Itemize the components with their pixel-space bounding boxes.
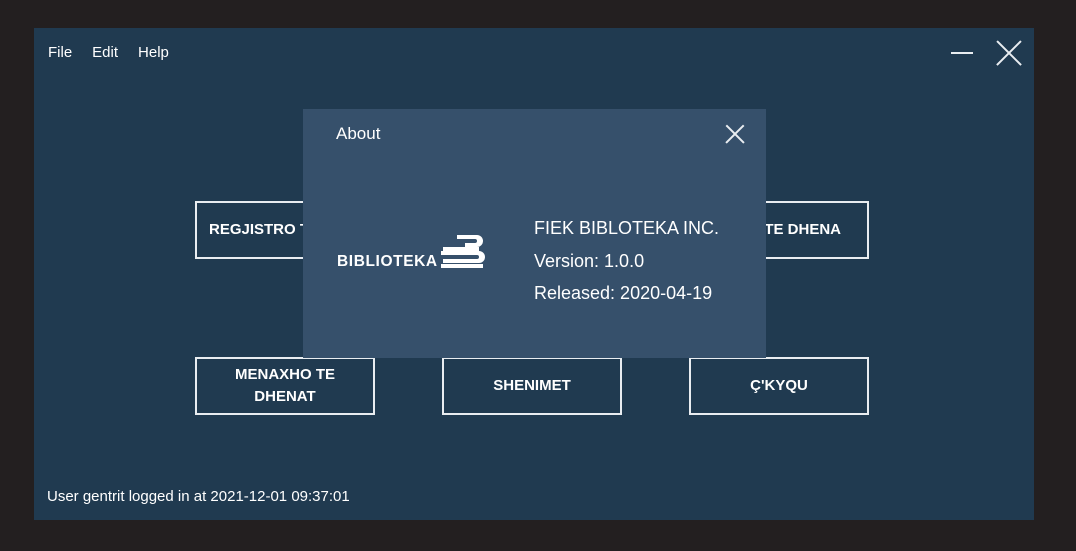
minimize-icon[interactable] — [948, 40, 976, 66]
notes-button[interactable]: SHENIMET — [442, 357, 622, 415]
dialog-close-icon[interactable] — [725, 124, 744, 143]
about-info: FIEK BIBLOTEKA INC. Version: 1.0.0 Relea… — [534, 212, 719, 310]
menu-file[interactable]: File — [48, 44, 72, 61]
manage-data-button[interactable]: MENAXHO TE DHENAT — [195, 357, 375, 415]
about-dialog: About BIBLIOTEKA FIEK BIBLOTEKA INC. Ver… — [303, 109, 766, 358]
manage-data-label-line1: MENAXHO TE — [234, 366, 335, 383]
dialog-title: About — [336, 124, 381, 143]
logo-text: BIBLIOTEKA — [337, 253, 438, 269]
logout-button-label: Ç'KYQU — [750, 377, 808, 394]
notes-button-label: SHENIMET — [493, 377, 571, 394]
company-name: FIEK BIBLOTEKA INC. — [534, 218, 720, 238]
menu-bar: File Edit Help — [48, 44, 169, 61]
manage-data-label: MENAXHO TE DHENAT — [235, 364, 335, 408]
status-bar: User gentrit logged in at 2021-12-01 09:… — [47, 488, 350, 505]
close-icon[interactable] — [995, 40, 1023, 66]
data-button-label: TE DHENA — [764, 221, 841, 238]
book-stack-icon — [441, 235, 485, 268]
biblioteka-logo: BIBLIOTEKA — [337, 235, 485, 269]
version-text: Version: 1.0.0 — [534, 250, 645, 271]
menu-edit[interactable]: Edit — [92, 44, 118, 61]
menu-help[interactable]: Help — [138, 44, 169, 61]
release-date: Released: 2020-04-19 — [534, 283, 713, 303]
logout-button[interactable]: Ç'KYQU — [689, 357, 869, 415]
manage-data-label-line2: DHENAT — [254, 388, 316, 405]
